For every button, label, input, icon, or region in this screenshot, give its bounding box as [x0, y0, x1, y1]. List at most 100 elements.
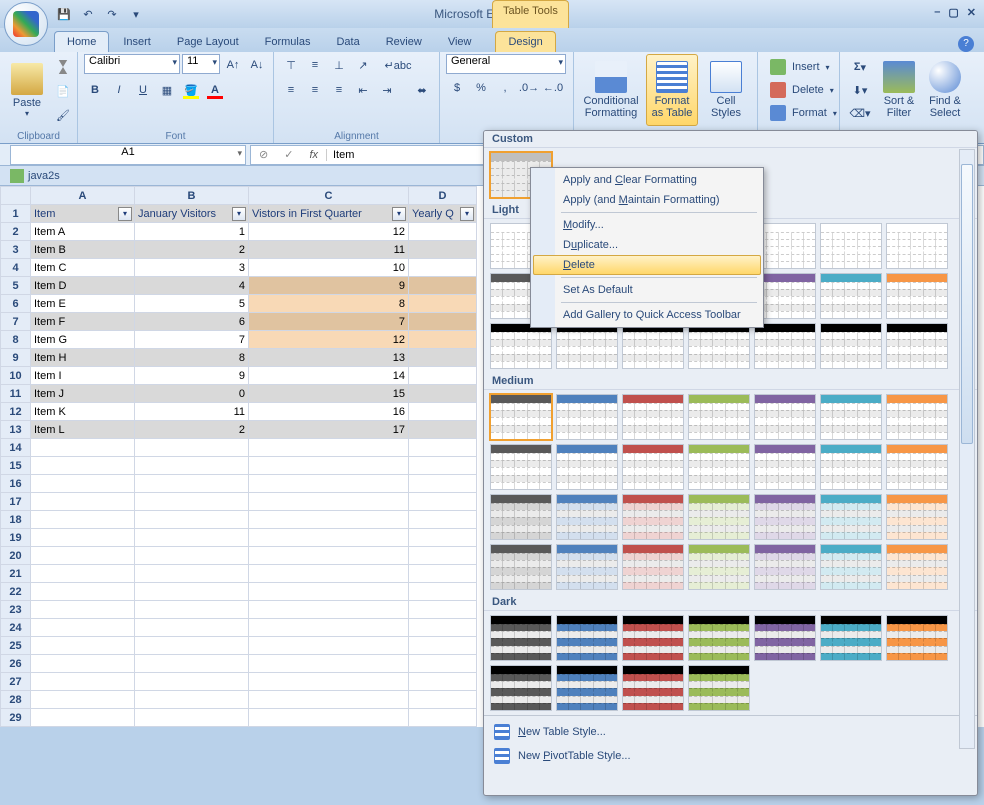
- cell[interactable]: [31, 529, 135, 547]
- paste-button[interactable]: Paste ▾: [6, 54, 48, 126]
- cell[interactable]: 12: [249, 223, 409, 241]
- align-middle-button[interactable]: ≡: [304, 54, 326, 76]
- row-header-12[interactable]: 12: [1, 403, 31, 421]
- cell[interactable]: 13: [249, 349, 409, 367]
- align-center-button[interactable]: ≡: [304, 79, 326, 101]
- table-style-swatch[interactable]: [754, 615, 816, 661]
- cell[interactable]: [31, 547, 135, 565]
- table-style-swatch[interactable]: [886, 444, 948, 490]
- cell[interactable]: [31, 493, 135, 511]
- increase-decimal-button[interactable]: .0→: [518, 77, 540, 99]
- table-style-swatch[interactable]: [820, 394, 882, 440]
- cell[interactable]: 0: [135, 385, 249, 403]
- table-style-swatch[interactable]: [886, 223, 948, 269]
- wrap-text-button[interactable]: ↵abc: [376, 54, 420, 76]
- decrease-decimal-button[interactable]: ←.0: [542, 77, 564, 99]
- cell[interactable]: [409, 601, 477, 619]
- font-color-button[interactable]: A: [204, 79, 226, 101]
- cell[interactable]: [409, 619, 477, 637]
- table-header-cell[interactable]: Vistors in First Quarter▾: [249, 205, 409, 223]
- cell[interactable]: 9: [249, 277, 409, 295]
- filter-dropdown-icon[interactable]: ▾: [118, 207, 132, 221]
- row-header-23[interactable]: 23: [1, 601, 31, 619]
- cell[interactable]: Item H: [31, 349, 135, 367]
- table-style-swatch[interactable]: [490, 323, 552, 369]
- table-style-swatch[interactable]: [688, 494, 750, 540]
- table-style-swatch[interactable]: [688, 394, 750, 440]
- cell[interactable]: [135, 583, 249, 601]
- cell[interactable]: [409, 655, 477, 673]
- tab-design[interactable]: Design: [495, 31, 555, 52]
- orientation-button[interactable]: ↗: [352, 54, 374, 76]
- table-style-swatch[interactable]: [622, 494, 684, 540]
- cell[interactable]: [249, 673, 409, 691]
- cell[interactable]: [31, 673, 135, 691]
- cell[interactable]: 12: [249, 331, 409, 349]
- sort-filter-button[interactable]: Sort & Filter: [878, 54, 920, 126]
- cell[interactable]: Item A: [31, 223, 135, 241]
- cell[interactable]: [135, 529, 249, 547]
- table-style-swatch[interactable]: [886, 544, 948, 590]
- cm-set-default[interactable]: Set As Default: [533, 280, 761, 300]
- grow-font-button[interactable]: A↑: [222, 54, 244, 76]
- filter-dropdown-icon[interactable]: ▾: [232, 207, 246, 221]
- table-header-cell[interactable]: Yearly Q▾: [409, 205, 477, 223]
- cell[interactable]: [409, 475, 477, 493]
- cut-button[interactable]: [52, 56, 74, 78]
- qat-customize-button[interactable]: ▾: [126, 4, 146, 24]
- table-style-swatch[interactable]: [490, 494, 552, 540]
- align-bottom-button[interactable]: ⊥: [328, 54, 350, 76]
- office-button[interactable]: [4, 2, 48, 46]
- conditional-formatting-button[interactable]: Conditional Formatting: [580, 54, 642, 126]
- table-style-swatch[interactable]: [820, 494, 882, 540]
- row-header-18[interactable]: 18: [1, 511, 31, 529]
- table-style-swatch[interactable]: [886, 273, 948, 319]
- cell[interactable]: 4: [135, 277, 249, 295]
- cell-styles-button[interactable]: Cell Styles: [702, 54, 750, 126]
- cell[interactable]: [135, 637, 249, 655]
- cell[interactable]: [31, 691, 135, 709]
- tab-formulas[interactable]: Formulas: [253, 32, 323, 52]
- table-style-swatch[interactable]: [622, 665, 684, 711]
- table-style-swatch[interactable]: [886, 494, 948, 540]
- cell[interactable]: [409, 637, 477, 655]
- qat-undo-button[interactable]: ↶: [78, 4, 98, 24]
- table-style-swatch[interactable]: [820, 444, 882, 490]
- cell[interactable]: 7: [135, 331, 249, 349]
- cell[interactable]: [135, 511, 249, 529]
- cell[interactable]: [409, 295, 477, 313]
- table-style-swatch[interactable]: [820, 544, 882, 590]
- cell[interactable]: [409, 223, 477, 241]
- cell[interactable]: Item C: [31, 259, 135, 277]
- row-header-4[interactable]: 4: [1, 259, 31, 277]
- cell[interactable]: [409, 277, 477, 295]
- row-header-14[interactable]: 14: [1, 439, 31, 457]
- percent-format-button[interactable]: %: [470, 77, 492, 99]
- row-header-9[interactable]: 9: [1, 349, 31, 367]
- align-left-button[interactable]: ≡: [280, 79, 302, 101]
- table-style-swatch[interactable]: [622, 323, 684, 369]
- col-header-C[interactable]: C: [249, 187, 409, 205]
- cm-duplicate[interactable]: Duplicate...: [533, 235, 761, 255]
- table-style-swatch[interactable]: [688, 615, 750, 661]
- increase-indent-button[interactable]: ⇥: [376, 79, 398, 101]
- cell[interactable]: Item L: [31, 421, 135, 439]
- merge-center-button[interactable]: ⬌: [400, 79, 444, 101]
- row-header-6[interactable]: 6: [1, 295, 31, 313]
- cell[interactable]: [135, 709, 249, 727]
- copy-button[interactable]: 📄: [52, 80, 74, 102]
- border-button[interactable]: ▦: [156, 79, 178, 101]
- cm-add-qat[interactable]: Add Gallery to Quick Access Toolbar: [533, 305, 761, 325]
- filter-dropdown-icon[interactable]: ▾: [392, 207, 406, 221]
- fill-color-button[interactable]: 🪣: [180, 79, 202, 101]
- row-header-24[interactable]: 24: [1, 619, 31, 637]
- cell[interactable]: [135, 619, 249, 637]
- cell[interactable]: Item B: [31, 241, 135, 259]
- align-right-button[interactable]: ≡: [328, 79, 350, 101]
- delete-cells-button[interactable]: Delete▾: [764, 79, 840, 101]
- cell[interactable]: [135, 457, 249, 475]
- cell[interactable]: [249, 709, 409, 727]
- autosum-button[interactable]: Σ▾: [846, 56, 874, 78]
- row-header-20[interactable]: 20: [1, 547, 31, 565]
- table-style-swatch[interactable]: [754, 494, 816, 540]
